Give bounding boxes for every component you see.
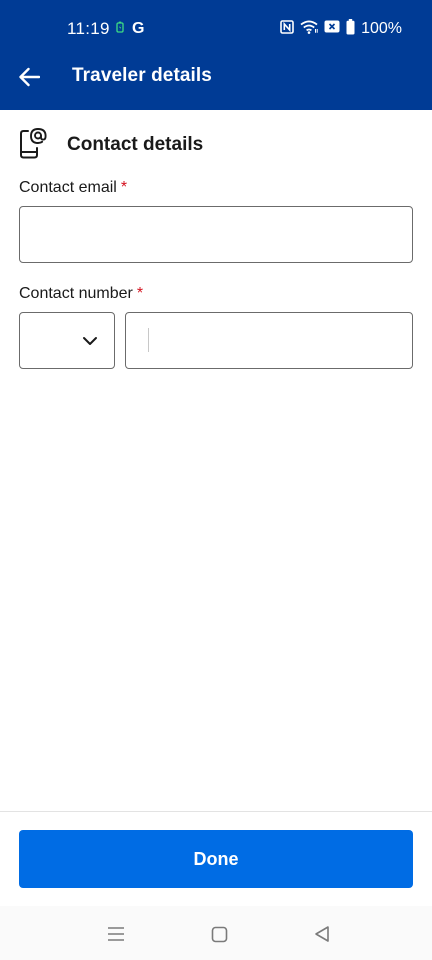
country-code-dropdown[interactable] bbox=[19, 312, 115, 369]
app-header: 11:19 G 100% Traveler details bbox=[0, 0, 432, 110]
footer-divider bbox=[0, 811, 432, 812]
done-button[interactable]: Done bbox=[19, 830, 413, 888]
arrow-left-icon bbox=[18, 67, 41, 92]
section-title: Contact details bbox=[67, 134, 204, 155]
status-time: 11:19 bbox=[67, 19, 110, 38]
phone-number-input[interactable] bbox=[125, 312, 413, 369]
phone-at-icon bbox=[19, 126, 49, 165]
status-bar: 11:19 G 100% bbox=[0, 0, 432, 58]
contact-number-label-text: Contact number bbox=[19, 285, 133, 302]
text-cursor bbox=[148, 328, 149, 352]
contact-email-label-text: Contact email bbox=[19, 179, 117, 196]
chevron-down-icon bbox=[82, 334, 98, 352]
google-icon: G bbox=[132, 20, 145, 37]
page-title: Traveler details bbox=[72, 65, 212, 86]
status-left-icons: G bbox=[116, 19, 144, 39]
battery-saver-icon bbox=[116, 20, 124, 38]
nfc-icon bbox=[280, 19, 294, 39]
app-bar: Traveler details bbox=[0, 58, 432, 110]
menu-icon[interactable] bbox=[105, 923, 127, 945]
contact-email-input[interactable] bbox=[19, 206, 413, 263]
battery-icon bbox=[346, 18, 355, 40]
status-right-icons: 100% bbox=[280, 18, 402, 40]
contact-number-label: Contact number * bbox=[19, 285, 143, 303]
phone-number-field bbox=[125, 312, 413, 369]
contact-email-label: Contact email * bbox=[19, 179, 127, 197]
back-button[interactable] bbox=[12, 62, 46, 96]
home-icon[interactable] bbox=[208, 923, 230, 945]
back-triangle-icon[interactable] bbox=[311, 923, 333, 945]
no-sim-icon bbox=[324, 20, 340, 38]
battery-percent: 100% bbox=[361, 20, 402, 37]
required-marker: * bbox=[136, 285, 144, 302]
wifi-icon bbox=[300, 20, 318, 39]
system-nav-bar bbox=[0, 906, 432, 960]
required-marker: * bbox=[120, 179, 128, 196]
